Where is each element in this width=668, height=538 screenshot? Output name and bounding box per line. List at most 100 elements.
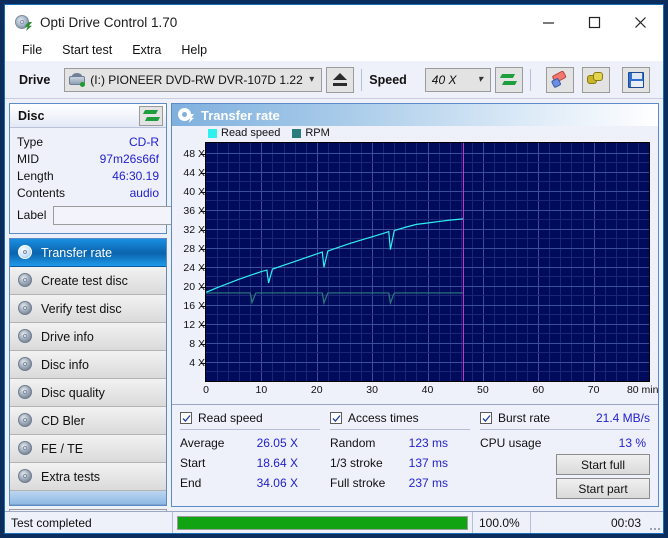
disc-row-value: audio: [129, 185, 159, 200]
minimize-icon[interactable]: [525, 5, 571, 39]
disc-bler-icon: [18, 413, 33, 428]
stat-value: 123 ms: [408, 436, 448, 450]
stat-key: Start: [180, 456, 206, 470]
sidebar-item-disc-quality[interactable]: Disc quality: [10, 379, 166, 407]
sidebar-item-label: CD Bler: [41, 413, 85, 428]
chart-series-rpm: [206, 292, 464, 306]
content-title: Transfer rate: [201, 107, 280, 123]
sidebar-nav: Transfer rate Create test disc Verify te…: [9, 238, 167, 506]
burst-rate-value: 21.4 MB/s: [595, 411, 650, 425]
sidebar-item-label: Disc quality: [41, 385, 105, 400]
menu-extra[interactable]: Extra: [123, 41, 170, 59]
sidebar-item-create-test-disc[interactable]: Create test disc: [10, 267, 166, 295]
title-bar: Opti Drive Control 1.70: [5, 5, 663, 39]
sidebar-item-label: Verify test disc: [41, 301, 122, 316]
disc-row-type: Type CD-R: [17, 133, 159, 150]
legend-swatch-read-speed: [208, 128, 217, 138]
stat-key: 1/3 stroke: [330, 456, 383, 470]
stat-row-third-stroke: 1/3 stroke 137 ms: [330, 453, 470, 473]
sidebar-item-fe-te[interactable]: FE / TE: [10, 435, 166, 463]
menu-help[interactable]: Help: [172, 41, 216, 59]
status-bar: Test completed 100.0% 00:03: [5, 511, 663, 533]
stat-row-end: End 34.06 X: [180, 473, 320, 493]
disc-row-value: 97m26s66f: [99, 151, 159, 166]
sidebar-item-transfer-rate[interactable]: Transfer rate: [10, 239, 166, 267]
sidebar-item-disc-info[interactable]: Disc info: [10, 351, 166, 379]
stat-row-full-stroke: Full stroke 237 ms: [330, 473, 470, 493]
sidebar-item-drive-info[interactable]: Drive info: [10, 323, 166, 351]
erase-button[interactable]: [545, 66, 574, 93]
stats-panel: Read speed Average 26.05 X Start 18.64 X…: [172, 404, 658, 506]
disc-row-length: Length 46:30.19: [17, 167, 159, 184]
status-message: Test completed: [5, 512, 173, 533]
legend-label-read-speed: Read speed: [221, 127, 281, 139]
stat-value: 18.64 X: [256, 456, 298, 470]
content-header: Transfer rate: [172, 104, 658, 126]
sidebar-item-cd-bler[interactable]: CD Bler: [10, 407, 166, 435]
menu-start-test[interactable]: Start test: [53, 41, 121, 59]
start-full-button[interactable]: Start full: [556, 454, 650, 475]
access-times-header: Access times: [330, 409, 470, 427]
drive-select[interactable]: (I:) PIONEER DVD-RW DVR-107D 1.22 ▾: [64, 67, 323, 92]
sidebar-item-extra-tests[interactable]: Extra tests: [10, 463, 166, 491]
legend-label-rpm: RPM: [305, 127, 330, 139]
sidebar-item-label: Drive info: [41, 329, 94, 344]
stats-burst-rate: Burst rate 21.4 MB/s CPU usage 13 % Star…: [480, 409, 650, 502]
speed-select[interactable]: 40 X ▾: [424, 67, 491, 92]
eject-button[interactable]: [326, 66, 355, 93]
burst-rate-checkbox[interactable]: [480, 412, 492, 424]
resize-grip-icon[interactable]: [647, 512, 663, 533]
stat-row-cpu-usage: CPU usage 13 %: [480, 433, 650, 453]
chart-series-read-speed: [206, 218, 464, 293]
stat-key: Full stroke: [330, 476, 386, 490]
sidebar-item-label: FE / TE: [41, 441, 84, 456]
disc-quality-icon: [18, 385, 33, 400]
chart-y-axis: 4 X8 X 12 X 16 X 20 X 24 X 28 X 32 X 36 X 40 X 44…: [172, 142, 205, 382]
access-times-checkbox[interactable]: [330, 412, 342, 424]
chart-x-tick-label: 30: [366, 384, 378, 396]
disc-row-value: 46:30.19: [112, 168, 159, 183]
disc-write-icon: [18, 273, 33, 288]
menu-file[interactable]: File: [13, 41, 51, 59]
disc-panel-title: Disc: [18, 108, 45, 123]
chart-x-tick-label: 10: [255, 384, 268, 396]
start-buttons: Start full Start part: [480, 454, 650, 502]
close-icon[interactable]: [617, 5, 663, 39]
stat-value: 13 %: [618, 436, 646, 450]
disc-panel-header: Disc: [10, 104, 166, 128]
maximize-icon[interactable]: [571, 5, 617, 39]
disc-label-key: Label: [17, 208, 47, 222]
disc-lightning-icon: [178, 108, 194, 123]
sidebar-item-label: Transfer rate: [41, 245, 113, 260]
disc-panel: Disc Type CD-R MID 97m26s66f Length 46:3…: [9, 103, 259, 234]
disc-row-key: Type: [17, 134, 44, 149]
start-part-button[interactable]: Start part: [556, 478, 650, 499]
divider: [180, 429, 320, 430]
disc-refresh-button[interactable]: [139, 105, 163, 126]
save-button[interactable]: [621, 66, 650, 93]
stat-row-random: Random 123 ms: [330, 433, 470, 453]
app-icon: [14, 13, 32, 31]
stat-value: 26.05 X: [256, 436, 298, 450]
disc-label-row: Label: [17, 204, 259, 226]
burst-rate-header: Burst rate 21.4 MB/s: [480, 409, 650, 427]
disc-row-key: Length: [17, 168, 54, 183]
stat-value: 34.06 X: [256, 476, 298, 490]
disc-lightning-icon: [18, 245, 33, 260]
app-window: Opti Drive Control 1.70 File Start test …: [4, 4, 664, 534]
disc-row-key: Contents: [17, 185, 66, 200]
floppy-save-icon: [627, 71, 644, 88]
disc-info-icon: [18, 357, 33, 372]
refresh-button[interactable]: [494, 66, 523, 93]
connect-button[interactable]: [581, 66, 610, 93]
read-speed-checkbox[interactable]: [180, 412, 192, 424]
disc-check-icon: [18, 301, 33, 316]
progress-fill: [178, 516, 467, 529]
content-pane: Transfer rate Read speed RPM 4 X8 X 12 X1…: [171, 103, 659, 507]
sidebar-item-verify-test-disc[interactable]: Verify test disc: [10, 295, 166, 323]
disc-fete-icon: [18, 441, 33, 456]
window-controls: [525, 5, 663, 39]
disc-row-value: CD-R: [129, 134, 159, 149]
read-speed-header: Read speed: [180, 409, 320, 427]
chart-series-layer: [206, 218, 464, 306]
